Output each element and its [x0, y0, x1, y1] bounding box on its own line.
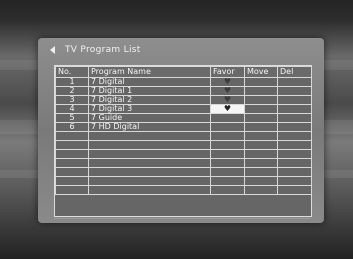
- column-header-favor: Favor: [210, 66, 245, 78]
- empty-table-row: [55, 176, 312, 186]
- empty-cell: [277, 185, 312, 195]
- empty-cell: [88, 176, 211, 186]
- table-row[interactable]: 17 Digital ♥: [55, 77, 312, 87]
- empty-table-row: [55, 140, 312, 150]
- program-number[interactable]: 2: [55, 86, 89, 96]
- program-number[interactable]: 6: [55, 122, 89, 132]
- empty-cell: [277, 176, 312, 186]
- empty-cell: [244, 185, 278, 195]
- empty-cell: [277, 149, 312, 159]
- program-list-panel: TV Program List No. Program Name Favor M…: [38, 38, 324, 223]
- empty-table-row: [55, 131, 312, 141]
- table-row[interactable]: 37 Digital 2 ♥: [55, 95, 312, 105]
- favorite-heart-icon[interactable]: ♥: [210, 86, 245, 96]
- empty-cell: [244, 149, 278, 159]
- delete-cell[interactable]: [277, 95, 312, 105]
- empty-cell: [277, 140, 312, 150]
- favorite-heart-icon[interactable]: [210, 122, 245, 132]
- empty-table-row: [55, 185, 312, 195]
- empty-table-row: [55, 158, 312, 168]
- favorite-heart-icon[interactable]: [210, 113, 245, 123]
- empty-table-row: [55, 167, 312, 177]
- empty-cell: [210, 158, 245, 168]
- panel-footer-divider: [54, 218, 310, 219]
- program-name[interactable]: 7 Digital 3: [88, 104, 211, 114]
- empty-table-row: [55, 149, 312, 159]
- program-name[interactable]: 7 Guide: [88, 113, 211, 123]
- page-title: TV Program List: [65, 44, 141, 55]
- empty-cell: [210, 185, 245, 195]
- table-row[interactable]: 67 HD Digital: [55, 122, 312, 132]
- delete-cell[interactable]: [277, 86, 312, 96]
- move-cell[interactable]: [244, 104, 278, 114]
- delete-cell[interactable]: [277, 113, 312, 123]
- program-name[interactable]: 7 HD Digital: [88, 122, 211, 132]
- delete-cell[interactable]: [277, 122, 312, 132]
- program-table-container: No. Program Name Favor Move Del 17 Digit…: [54, 65, 312, 217]
- table-body: 17 Digital ♥ 2 7 Digital 1 ♥ 3 7 Digital 2 ♥ 4 7 …: [55, 77, 312, 195]
- empty-cell: [55, 158, 89, 168]
- program-number[interactable]: 4: [55, 104, 89, 114]
- empty-cell: [88, 149, 211, 159]
- empty-cell: [55, 149, 89, 159]
- column-header-no: No.: [55, 66, 89, 78]
- move-cell[interactable]: [244, 122, 278, 132]
- empty-cell: [244, 140, 278, 150]
- move-cell[interactable]: [244, 95, 278, 105]
- empty-cell: [210, 131, 245, 141]
- table-row[interactable]: 27 Digital 1 ♥: [55, 86, 312, 96]
- column-header-del: Del: [277, 66, 312, 78]
- back-arrow-icon[interactable]: [50, 45, 55, 54]
- empty-cell: [88, 185, 211, 195]
- favorite-heart-icon[interactable]: ♥: [210, 77, 245, 87]
- move-cell[interactable]: [244, 86, 278, 96]
- move-cell[interactable]: [244, 113, 278, 123]
- program-name[interactable]: 7 Digital 2: [88, 95, 211, 105]
- program-name[interactable]: 7 Digital: [88, 77, 211, 87]
- empty-cell: [277, 158, 312, 168]
- empty-cell: [277, 167, 312, 177]
- empty-cell: [55, 167, 89, 177]
- panel-header: TV Program List: [42, 41, 320, 58]
- empty-cell: [210, 167, 245, 177]
- empty-cell: [244, 167, 278, 177]
- empty-cell: [55, 140, 89, 150]
- delete-cell[interactable]: [277, 77, 312, 87]
- tv-screen: TV Program List No. Program Name Favor M…: [0, 0, 353, 259]
- program-number[interactable]: 5: [55, 113, 89, 123]
- empty-cell: [88, 131, 211, 141]
- empty-cell: [88, 140, 211, 150]
- delete-cell[interactable]: [277, 104, 312, 114]
- empty-cell: [210, 176, 245, 186]
- empty-cell: [244, 131, 278, 141]
- move-cell[interactable]: [244, 77, 278, 87]
- empty-cell: [88, 158, 211, 168]
- table-row[interactable]: 47 Digital 3 ♥: [55, 104, 312, 114]
- empty-cell: [244, 176, 278, 186]
- table-header-row: No. Program Name Favor Move Del: [55, 66, 312, 78]
- empty-cell: [55, 185, 89, 195]
- program-table: No. Program Name Favor Move Del 17 Digit…: [55, 66, 312, 195]
- program-number[interactable]: 3: [55, 95, 89, 105]
- empty-cell: [88, 167, 211, 177]
- empty-cell: [55, 131, 89, 141]
- column-header-program-name: Program Name: [88, 66, 211, 78]
- favorite-heart-icon[interactable]: ♥: [210, 104, 245, 114]
- column-header-move: Move: [244, 66, 278, 78]
- empty-cell: [277, 131, 312, 141]
- table-row[interactable]: 57 Guide: [55, 113, 312, 123]
- empty-cell: [210, 149, 245, 159]
- empty-cell: [244, 158, 278, 168]
- program-name[interactable]: 7 Digital 1: [88, 86, 211, 96]
- favorite-heart-icon[interactable]: ♥: [210, 95, 245, 105]
- empty-cell: [210, 140, 245, 150]
- program-number[interactable]: 1: [55, 77, 89, 87]
- empty-cell: [55, 176, 89, 186]
